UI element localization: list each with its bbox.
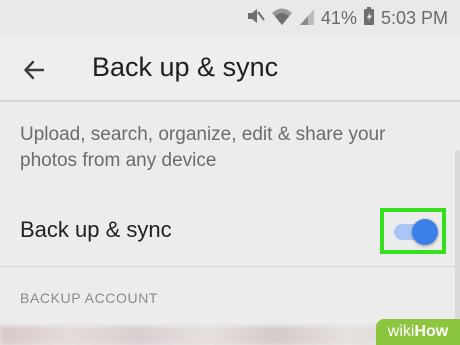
arrow-left-icon xyxy=(24,60,45,80)
watermark-suffix: How xyxy=(414,323,449,340)
status-icons: 41% 5:03 PM xyxy=(245,6,448,30)
scrollbar[interactable] xyxy=(455,150,460,320)
watermark: wiki How xyxy=(376,319,460,345)
backup-sync-label: Back up & sync xyxy=(20,217,172,242)
section-divider xyxy=(0,266,460,267)
battery-percent: 41% xyxy=(320,7,357,28)
backup-sync-toggle[interactable] xyxy=(394,219,442,245)
signal-icon xyxy=(299,6,315,31)
mute-icon xyxy=(245,6,265,31)
page-title: Back up & sync xyxy=(92,52,279,82)
setting-description: Upload, search, organize, edit & share y… xyxy=(20,124,386,171)
wifi-icon xyxy=(271,6,293,31)
battery-icon xyxy=(363,6,375,31)
app-bar-divider xyxy=(0,100,460,102)
toggle-thumb xyxy=(412,219,438,245)
back-button[interactable] xyxy=(18,54,50,86)
app-bar: Back up & sync xyxy=(0,36,460,100)
status-bar: 41% 5:03 PM xyxy=(0,0,460,36)
clock: 5:03 PM xyxy=(380,7,448,28)
section-header: BACKUP ACCOUNT xyxy=(20,290,159,306)
watermark-prefix: wiki xyxy=(387,323,415,340)
